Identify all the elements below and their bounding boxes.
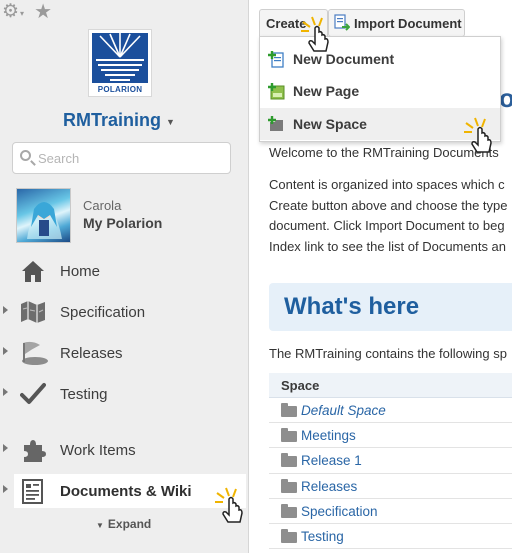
table-row[interactable]: Testing [269,524,512,550]
project-dropdown-icon[interactable]: ▼ [166,117,175,127]
sidebar-item-work-items[interactable]: Work Items [0,433,249,467]
sidebar-item-label: Home [60,263,101,280]
sidebar: ⚙ ▾ ★ POLARION RMTraining ▼ Search Carol… [0,0,249,553]
expand-arrow-icon[interactable] [3,444,8,452]
space-link[interactable]: Default Space [301,403,386,418]
expand-arrow-icon[interactable] [3,388,8,396]
folder-icon [281,428,297,443]
sidebar-item-label: Documents & Wiki [60,483,192,500]
gear-icon[interactable]: ⚙ [2,2,19,22]
sidebar-item-label: Testing [60,386,108,403]
space-link[interactable]: Specification [301,504,378,519]
click-cursor-icon [301,16,329,52]
paragraph-line: Index link to see the list of Documents … [269,238,507,254]
space-link[interactable]: Releases [301,479,357,494]
user-name: Carola [83,198,122,213]
search-icon [20,150,31,161]
sidebar-item-releases[interactable]: Releases [0,336,249,370]
import-document-label: Import Document [354,16,462,31]
expand-arrow-icon[interactable] [3,347,8,355]
menu-item-new-page[interactable]: New Page [260,75,500,107]
folder-icon [281,528,297,543]
avatar[interactable] [16,188,71,243]
spaces-table: Space Default Space Meetings Release 1 R… [269,373,512,550]
search-placeholder: Search [38,151,80,166]
import-document-button[interactable]: Import Document [328,9,465,37]
my-polarion-link[interactable]: My Polarion [83,215,162,231]
table-row[interactable]: Release 1 [269,448,512,474]
flag-icon [20,340,48,366]
paragraph-line: document. Click Import Document to beg [269,218,505,233]
section-description: The RMTraining contains the following sp [269,346,507,361]
menu-item-new-document[interactable]: New Document [260,43,500,75]
table-row[interactable]: Specification [269,499,512,524]
sidebar-item-home[interactable]: Home [0,254,249,288]
puzzle-icon [20,437,46,463]
search-input[interactable]: Search [12,142,231,174]
chevron-down-icon[interactable]: ▾ [20,9,24,18]
documents-icon [20,478,46,504]
space-link[interactable]: Meetings [301,428,356,443]
main-content: Create Import Document oc [249,0,512,553]
sidebar-item-label: Work Items [60,442,136,459]
sidebar-item-label: Specification [60,304,146,321]
expand-arrow-icon[interactable] [3,306,8,314]
table-row[interactable]: Meetings [269,423,512,449]
project-logo[interactable]: POLARION [88,29,152,97]
logo-text: POLARION [97,85,143,94]
project-name[interactable]: RMTraining [63,110,161,131]
new-space-icon [268,116,285,133]
map-icon [20,299,46,325]
sidebar-item-testing[interactable]: Testing [0,377,249,411]
menu-item-label: New Space [293,116,367,132]
space-link[interactable]: Release 1 [301,453,362,468]
click-cursor-icon [215,487,243,523]
folder-icon [281,403,297,417]
table-row[interactable]: Releases [269,474,512,499]
folder-icon [281,453,297,468]
paragraph-line: Create button above and choose the type [269,197,508,213]
expand-label: Expand [107,517,152,531]
folder-icon [281,503,297,518]
folder-icon [281,478,297,493]
sidebar-item-label: Releases [60,345,123,362]
new-document-icon [268,51,285,68]
new-page-icon [268,83,285,100]
home-icon [20,258,46,284]
toolbar: Create Import Document [249,0,512,40]
table-header[interactable]: Space [269,373,512,398]
space-link[interactable]: Testing [301,529,344,544]
chevron-down-icon: ▼ [96,521,104,530]
expand-arrow-icon[interactable] [3,485,8,493]
polarion-logo-graphic [92,33,148,83]
expand-button[interactable]: ▼ Expand [96,517,151,531]
star-icon[interactable]: ★ [34,2,52,22]
paragraph-line: Content is organized into spaces which c [269,177,505,192]
intro-paragraph: Content is organized into spaces which c… [269,175,508,257]
section-title: What's here [284,293,420,320]
click-cursor-icon [464,117,492,153]
sidebar-item-specification[interactable]: Specification [0,295,249,329]
checkmark-icon [20,381,46,407]
menu-item-label: New Page [293,83,360,99]
section-header: What's here [269,283,512,331]
top-icons: ⚙ ▾ ★ [2,2,52,23]
table-row[interactable]: Default Space [269,398,512,424]
